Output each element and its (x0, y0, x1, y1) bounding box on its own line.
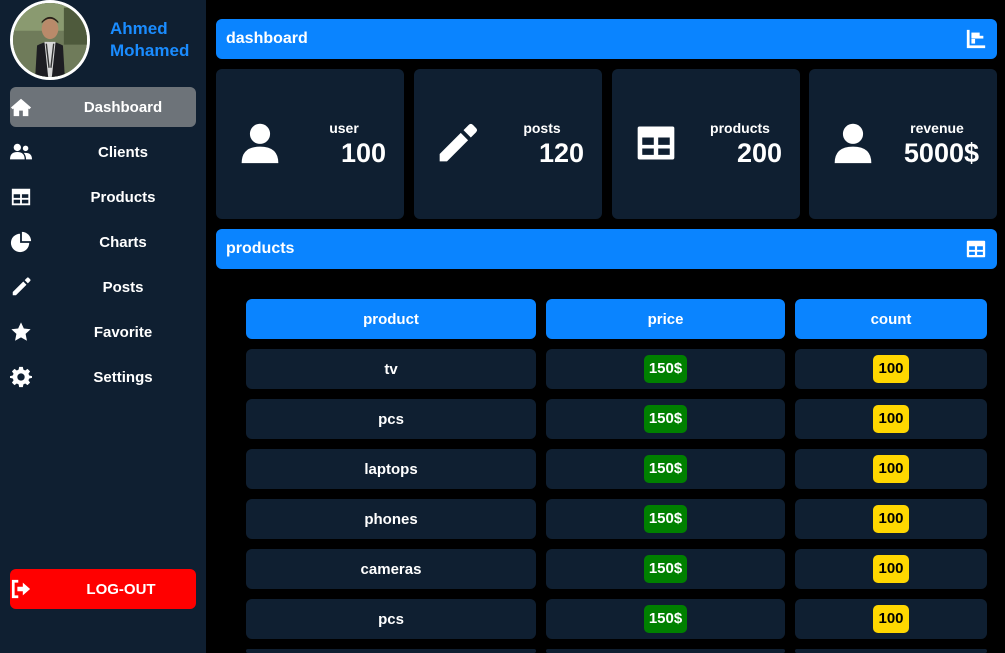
stat-value: 120 (538, 138, 584, 168)
product-cell: cameras (246, 549, 536, 589)
count-badge: 100 (873, 555, 909, 583)
sidebar-item-label: Settings (93, 368, 153, 386)
sidebar-item-posts[interactable]: Posts (10, 267, 196, 307)
price-badge: 150$ (643, 355, 688, 383)
logout-label: LOG-OUT (86, 580, 156, 598)
stat-card-user[interactable]: user 100 (216, 69, 404, 219)
gear-icon (10, 366, 32, 388)
pencil-icon (10, 276, 32, 298)
stat-card-products[interactable]: products 200 (612, 69, 800, 219)
price-badge: 150$ (643, 505, 688, 533)
bar-chart-icon (965, 28, 987, 50)
stat-label: posts (523, 120, 561, 136)
pencil-icon (436, 121, 480, 165)
count-cell: 100 (795, 449, 987, 489)
product-cell: pcs (246, 599, 536, 639)
logout-button[interactable]: LOG-OUT (10, 569, 196, 609)
sidebar-item-favorite[interactable]: Favorite (10, 312, 196, 352)
stat-value: 5000$ (903, 138, 979, 168)
count-cell: 100 (795, 349, 987, 389)
stat-value: 200 (736, 138, 782, 168)
product-cell: tv (246, 349, 536, 389)
user-icon (238, 121, 282, 165)
price-badge: 150$ (643, 405, 688, 433)
table-icon (965, 238, 987, 260)
column-header-price[interactable]: price (546, 299, 785, 339)
count-badge: 100 (873, 605, 909, 633)
price-cell: 150$ (546, 549, 785, 589)
sidebar: Ahmed Mohamed Dashboard Clients Products… (0, 0, 206, 653)
pie-chart-icon (10, 231, 32, 253)
sidebar-item-dashboard[interactable]: Dashboard (10, 87, 196, 127)
sidebar-item-label: Posts (102, 278, 144, 296)
table-icon (634, 121, 678, 165)
sidebar-item-label: Favorite (93, 323, 153, 341)
stat-card-revenue[interactable]: revenue 5000$ (809, 69, 997, 219)
stat-value: 100 (340, 138, 386, 168)
user-icon (831, 121, 875, 165)
sidebar-item-settings[interactable]: Settings (10, 357, 196, 397)
dashboard-header: dashboard (216, 19, 997, 59)
column-header-product[interactable]: product (246, 299, 536, 339)
price-cell: 150$ (546, 499, 785, 539)
price-badge: 150$ (643, 605, 688, 633)
product-cell: pcs (246, 399, 536, 439)
count-badge: 100 (873, 505, 909, 533)
price-badge: 150$ (643, 455, 688, 483)
avatar-photo (13, 3, 87, 77)
stat-label: user (329, 120, 359, 136)
profile-name: Ahmed Mohamed (110, 19, 190, 60)
avatar[interactable] (10, 0, 90, 80)
products-header: products (216, 229, 997, 269)
sidebar-item-label: Products (90, 188, 156, 206)
sidebar-item-label: Clients (97, 143, 148, 161)
profile: Ahmed Mohamed (10, 0, 206, 80)
users-icon (10, 141, 32, 163)
count-cell: 100 (795, 399, 987, 439)
home-icon (10, 96, 32, 118)
sidebar-item-products[interactable]: Products (10, 177, 196, 217)
table-row-partial (546, 649, 785, 653)
count-badge: 100 (873, 355, 909, 383)
stat-label: revenue (910, 120, 964, 136)
sidebar-item-label: Dashboard (83, 98, 163, 116)
price-badge: 150$ (643, 555, 688, 583)
count-cell: 100 (795, 549, 987, 589)
table-icon (10, 186, 32, 208)
star-icon (10, 321, 32, 343)
count-badge: 100 (873, 455, 909, 483)
price-cell: 150$ (546, 349, 785, 389)
sidebar-item-label: Charts (99, 233, 147, 251)
stat-label: products (710, 120, 770, 136)
logout-icon (10, 579, 32, 599)
stat-cards: user 100 posts 120 products 200 revenue … (216, 69, 997, 219)
count-cell: 100 (795, 599, 987, 639)
price-cell: 150$ (546, 599, 785, 639)
price-cell: 150$ (546, 449, 785, 489)
sidebar-item-clients[interactable]: Clients (10, 132, 196, 172)
column-header-count[interactable]: count (795, 299, 987, 339)
table-row-partial (246, 649, 536, 653)
sidebar-nav: Dashboard Clients Products Charts Posts (10, 87, 196, 402)
product-cell: laptops (246, 449, 536, 489)
count-cell: 100 (795, 499, 987, 539)
dashboard-title: dashboard (226, 30, 308, 47)
sidebar-item-charts[interactable]: Charts (10, 222, 196, 262)
table-row-partial (795, 649, 987, 653)
count-badge: 100 (873, 405, 909, 433)
product-cell: phones (246, 499, 536, 539)
stat-card-posts[interactable]: posts 120 (414, 69, 602, 219)
products-title: products (226, 240, 295, 257)
price-cell: 150$ (546, 399, 785, 439)
